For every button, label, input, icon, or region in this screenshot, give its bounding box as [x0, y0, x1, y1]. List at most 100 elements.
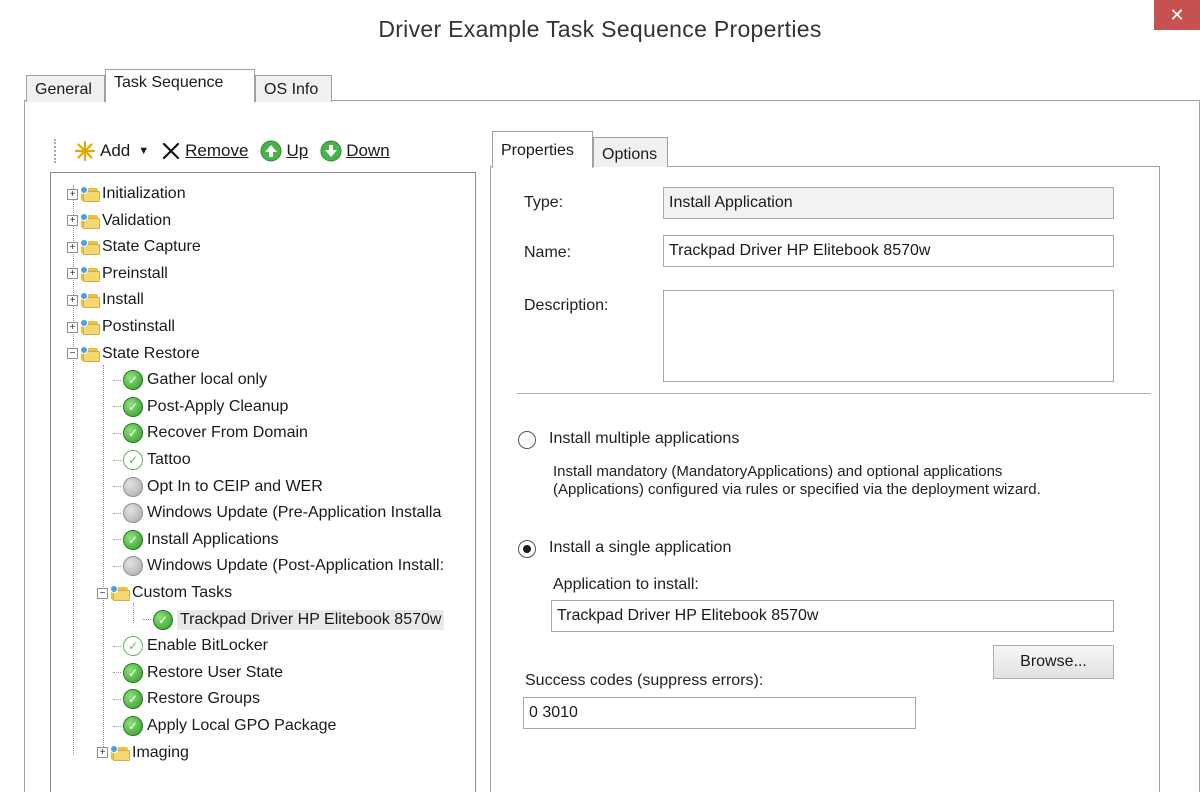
tree-connector — [113, 432, 121, 434]
add-label: Add — [100, 141, 131, 160]
tree-folder-item[interactable]: − State Restore — [67, 342, 200, 366]
folder-icon — [80, 319, 100, 335]
close-button[interactable]: ✕ — [1154, 0, 1200, 30]
tree-step-item[interactable]: ✓ Enable BitLocker — [113, 634, 268, 658]
tree-connector — [113, 379, 121, 381]
tree-item-label: Trackpad Driver HP Elitebook 8570w — [177, 609, 445, 630]
step-check-icon: ✓ — [123, 370, 143, 391]
toolbar-grip — [54, 139, 60, 163]
tree-folder-item[interactable]: + Validation — [67, 209, 171, 233]
step-check-icon: ✓ — [123, 636, 143, 657]
tab-task-sequence-label: Task Sequence — [114, 74, 224, 91]
tab-os-info[interactable]: OS Info — [255, 75, 332, 102]
up-label: Up — [286, 141, 309, 160]
up-arrow-icon — [260, 140, 282, 162]
folder-icon — [80, 292, 100, 309]
tree-item-label: Validation — [102, 211, 172, 229]
tree-step-item[interactable]: ✓ Gather local only — [113, 368, 267, 392]
tab-options-label: Options — [602, 146, 658, 163]
expand-icon[interactable]: + — [67, 215, 78, 227]
step-check-icon: ✓ — [123, 529, 143, 550]
tree-folder-item[interactable]: + Install — [67, 288, 144, 312]
name-field[interactable]: Trackpad Driver HP Elitebook 8570w — [663, 235, 1114, 267]
type-label: Type: — [524, 194, 564, 211]
tree-step-item[interactable]: Opt In to CEIP and WER — [113, 475, 323, 499]
expand-icon[interactable]: + — [97, 747, 108, 759]
tab-general[interactable]: General — [26, 75, 105, 102]
collapse-icon[interactable]: − — [97, 587, 108, 599]
tree-step-item[interactable]: Windows Update (Post-Application Install… — [113, 554, 444, 578]
tree-folder-item[interactable]: + Initialization — [67, 182, 186, 206]
tree-connector — [113, 459, 121, 461]
collapse-icon[interactable]: − — [67, 348, 78, 360]
tree-item-label: Restore Groups — [147, 690, 260, 708]
tree-step-item[interactable]: ✓ Apply Local GPO Package — [113, 714, 336, 738]
remove-label: Remove — [185, 141, 249, 160]
tree-step-item[interactable]: Windows Update (Pre-Application Installa — [113, 501, 441, 525]
expand-icon[interactable]: + — [67, 268, 78, 280]
tree-connector — [113, 539, 121, 541]
up-button[interactable]: Up — [256, 138, 312, 164]
tree-folder-item[interactable]: + Preinstall — [67, 262, 168, 286]
tree-item-label: Install — [102, 291, 144, 309]
tab-options[interactable]: Options — [593, 137, 668, 167]
expand-icon[interactable]: + — [67, 294, 78, 306]
tab-general-label: General — [35, 81, 92, 98]
tab-properties[interactable]: Properties — [492, 131, 593, 168]
install-multiple-label[interactable]: Install multiple applications — [549, 430, 739, 448]
tree-item-label: Tattoo — [147, 451, 191, 468]
task-sequence-toolbar: Add ▼ Remove Up Down — [54, 131, 474, 171]
tree-item-label: Windows Update (Post-Application Install… — [147, 557, 445, 575]
success-codes-label: Success codes (suppress errors): — [525, 672, 764, 689]
tree-item-label: Custom Tasks — [132, 584, 233, 601]
tree-folder-item[interactable]: + Imaging — [97, 741, 189, 765]
tab-task-sequence[interactable]: Task Sequence — [105, 69, 255, 102]
install-single-label[interactable]: Install a single application — [549, 539, 731, 557]
tree-folder-item[interactable]: − Custom Tasks — [97, 581, 232, 605]
tree-item-label: Postinstall — [102, 318, 175, 335]
tree-item-label: Apply Local GPO Package — [147, 717, 337, 734]
tree-connector — [113, 512, 121, 514]
tree-step-item[interactable]: ✓ Trackpad Driver HP Elitebook 8570w — [143, 608, 445, 632]
tree-folder-item[interactable]: + Postinstall — [67, 315, 175, 339]
disabled-step-icon — [123, 503, 143, 524]
app-to-install-field[interactable]: Trackpad Driver HP Elitebook 8570w — [551, 600, 1114, 632]
install-multiple-description: Install mandatory (MandatoryApplications… — [553, 463, 1041, 498]
tree-connector — [133, 603, 134, 623]
add-button[interactable]: Add ▼ — [70, 138, 153, 164]
tree-step-item[interactable]: ✓ Restore User State — [113, 661, 283, 685]
down-button[interactable]: Down — [316, 138, 393, 164]
expand-icon[interactable]: + — [67, 188, 78, 200]
expand-icon[interactable]: + — [67, 321, 78, 333]
task-sequence-tree[interactable]: + Initialization + Validation + State Capture… — [50, 172, 476, 792]
title-bar: Driver Example Task Sequence Properties … — [0, 0, 1200, 60]
tree-connector — [103, 365, 104, 757]
expand-icon[interactable]: + — [67, 241, 78, 253]
step-check-icon: ✓ — [123, 450, 143, 470]
tree-step-item[interactable]: ✓ Tattoo — [113, 448, 191, 472]
folder-icon — [80, 239, 100, 256]
add-star-icon — [74, 140, 96, 162]
tree-item-label: Enable BitLocker — [147, 637, 268, 655]
tree-item-label: Post-Apply Cleanup — [147, 397, 289, 415]
tree-item-label: Initialization — [102, 185, 186, 202]
success-codes-field[interactable]: 0 3010 — [523, 697, 916, 729]
down-label: Down — [346, 141, 390, 160]
tree-folder-item[interactable]: + State Capture — [67, 235, 201, 259]
tab-os-info-label: OS Info — [264, 81, 319, 98]
step-check-icon: ✓ — [123, 423, 143, 444]
tree-step-item[interactable]: ✓ Recover From Domain — [113, 421, 308, 445]
tree-step-item[interactable]: ✓ Install Applications — [113, 528, 279, 552]
description-field[interactable] — [663, 290, 1114, 382]
browse-button[interactable]: Browse... — [993, 645, 1114, 679]
install-single-radio[interactable] — [518, 540, 536, 558]
remove-x-icon — [163, 142, 180, 160]
remove-button[interactable]: Remove — [157, 139, 252, 163]
tree-connector — [113, 486, 121, 488]
window-title: Driver Example Task Sequence Properties — [378, 16, 822, 42]
tree-step-item[interactable]: ✓ Restore Groups — [113, 687, 260, 711]
tree-item-label: Windows Update (Pre-Application Installa — [147, 504, 442, 522]
dropdown-arrow-icon[interactable]: ▼ — [138, 145, 149, 157]
tree-step-item[interactable]: ✓ Post-Apply Cleanup — [113, 395, 288, 419]
install-multiple-radio[interactable] — [518, 431, 536, 449]
